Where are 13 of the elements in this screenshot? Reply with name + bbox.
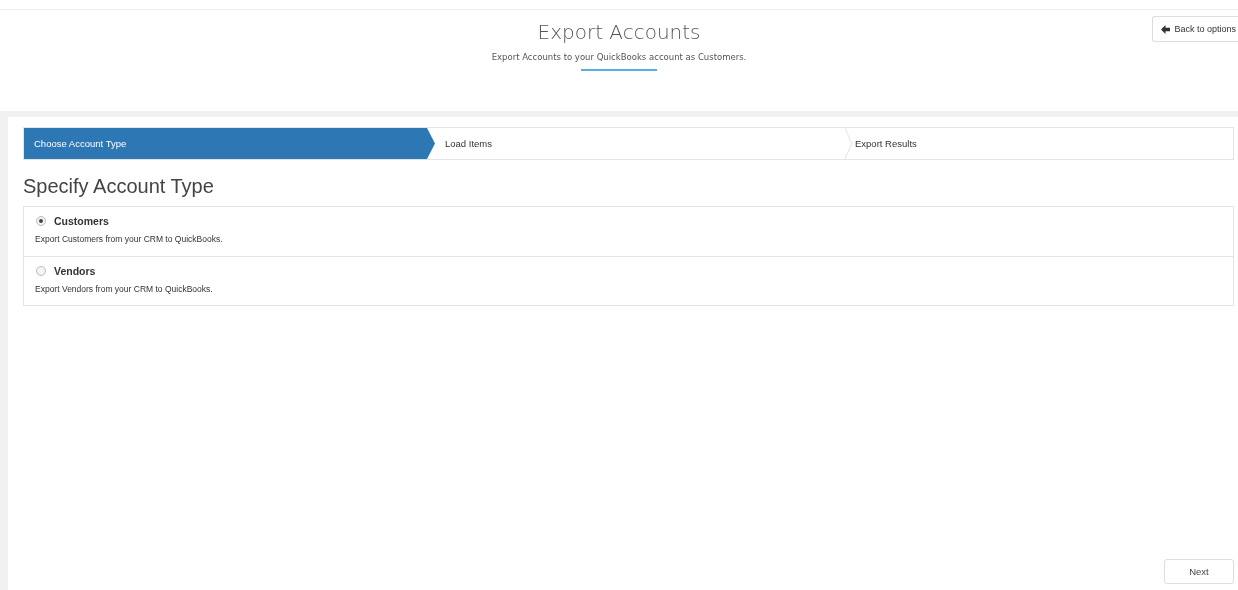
wizard-step[interactable]: Choose Account Type (24, 128, 435, 159)
page-title: Export Accounts (537, 20, 701, 44)
arrow-left-icon (1161, 24, 1171, 34)
option-label: Vendors (54, 265, 96, 277)
option-label: Customers (54, 215, 109, 227)
page-subtitle: Export Accounts to your QuickBooks account as Customers. (491, 52, 747, 62)
section-title: Specify Account Type (23, 175, 215, 198)
radio-button[interactable] (36, 216, 46, 226)
option-description: Export Customers from your CRM to QuickBooks. (35, 234, 224, 244)
next-button[interactable]: Next (1164, 559, 1234, 584)
back-button[interactable]: Back to options (1152, 16, 1238, 42)
radio-button[interactable] (36, 266, 46, 276)
option-description: Export Vendors from your CRM to QuickBooks. (35, 284, 214, 294)
